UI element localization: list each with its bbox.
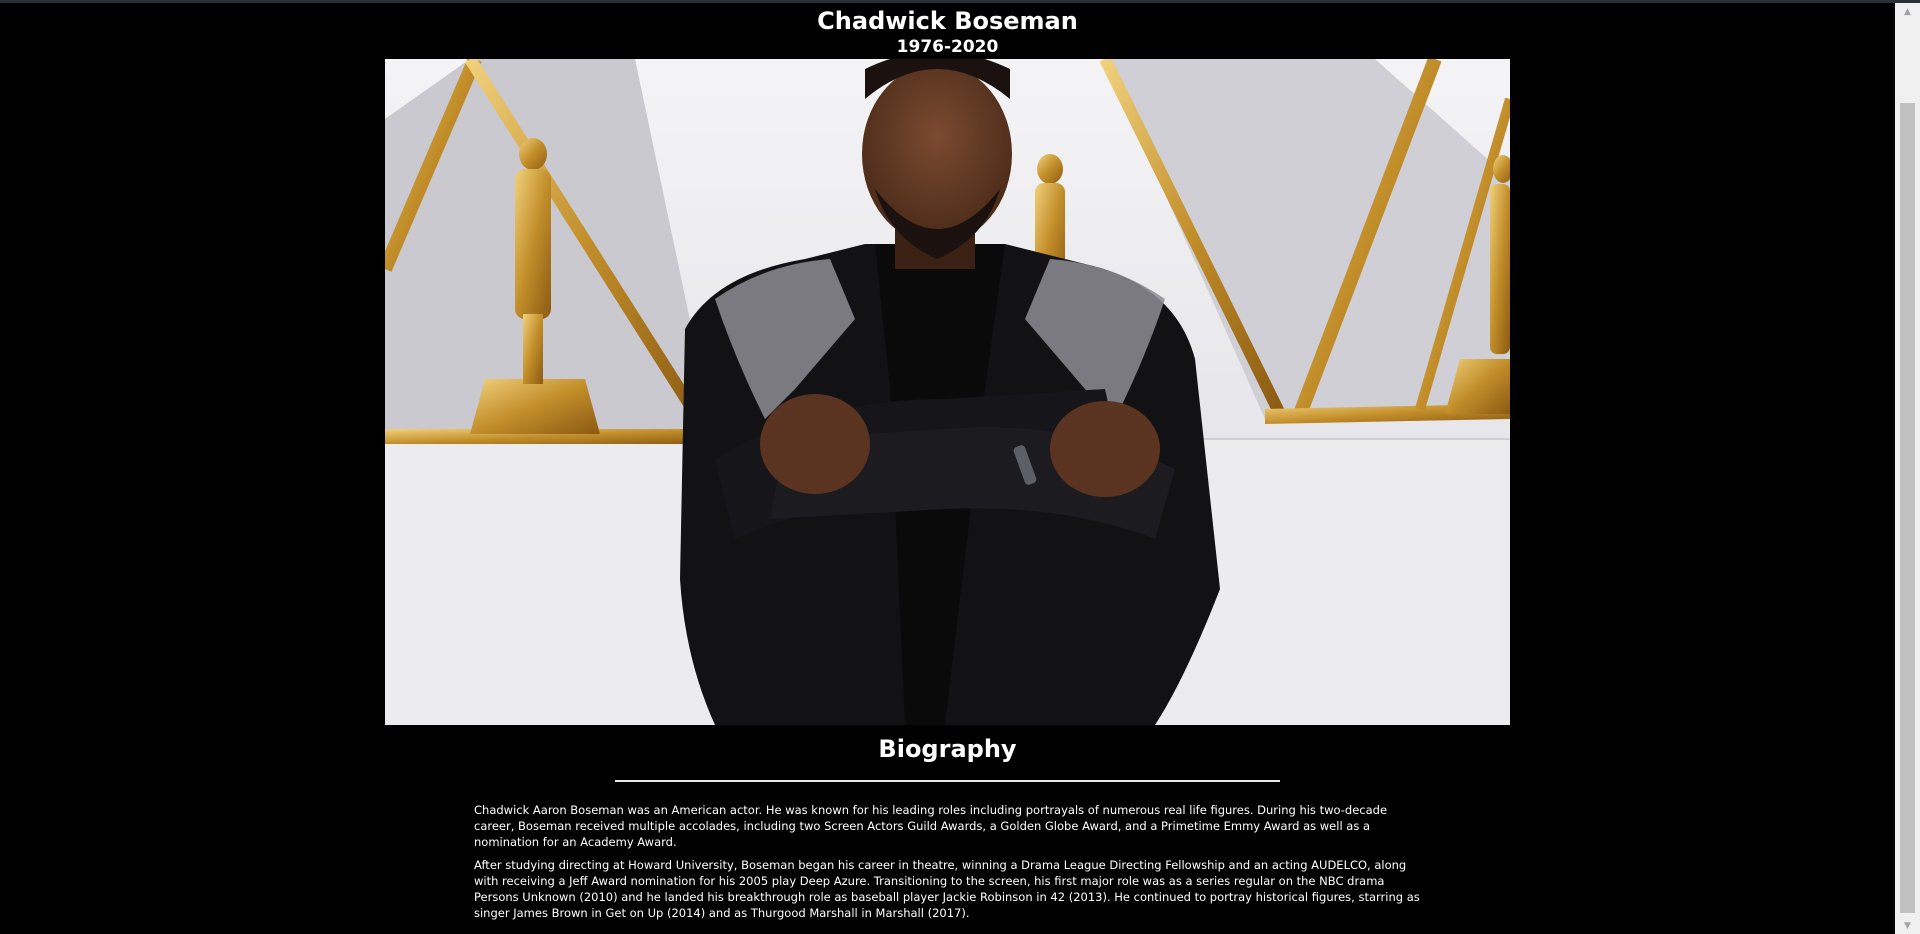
page-title: Chadwick Boseman	[817, 7, 1078, 35]
triangle-down-icon[interactable]: ▼	[1895, 917, 1920, 934]
scrollbar-thumb[interactable]	[1900, 103, 1915, 913]
biography-heading: Biography	[878, 735, 1017, 763]
memorial-page: Chadwick Boseman 1976-2020 Biography Cha…	[0, 0, 1895, 934]
biography-paragraph: After studying directing at Howard Unive…	[474, 858, 1420, 920]
lifespan-years: 1976-2020	[896, 37, 999, 57]
heading-divider	[615, 780, 1280, 782]
triangle-up-icon[interactable]: ▲	[1895, 3, 1920, 20]
vertical-scrollbar[interactable]: ▲ ▼	[1895, 3, 1920, 934]
portrait-photo	[385, 59, 1510, 725]
biography-paragraph: Chadwick Aaron Boseman was an American a…	[474, 803, 1388, 849]
